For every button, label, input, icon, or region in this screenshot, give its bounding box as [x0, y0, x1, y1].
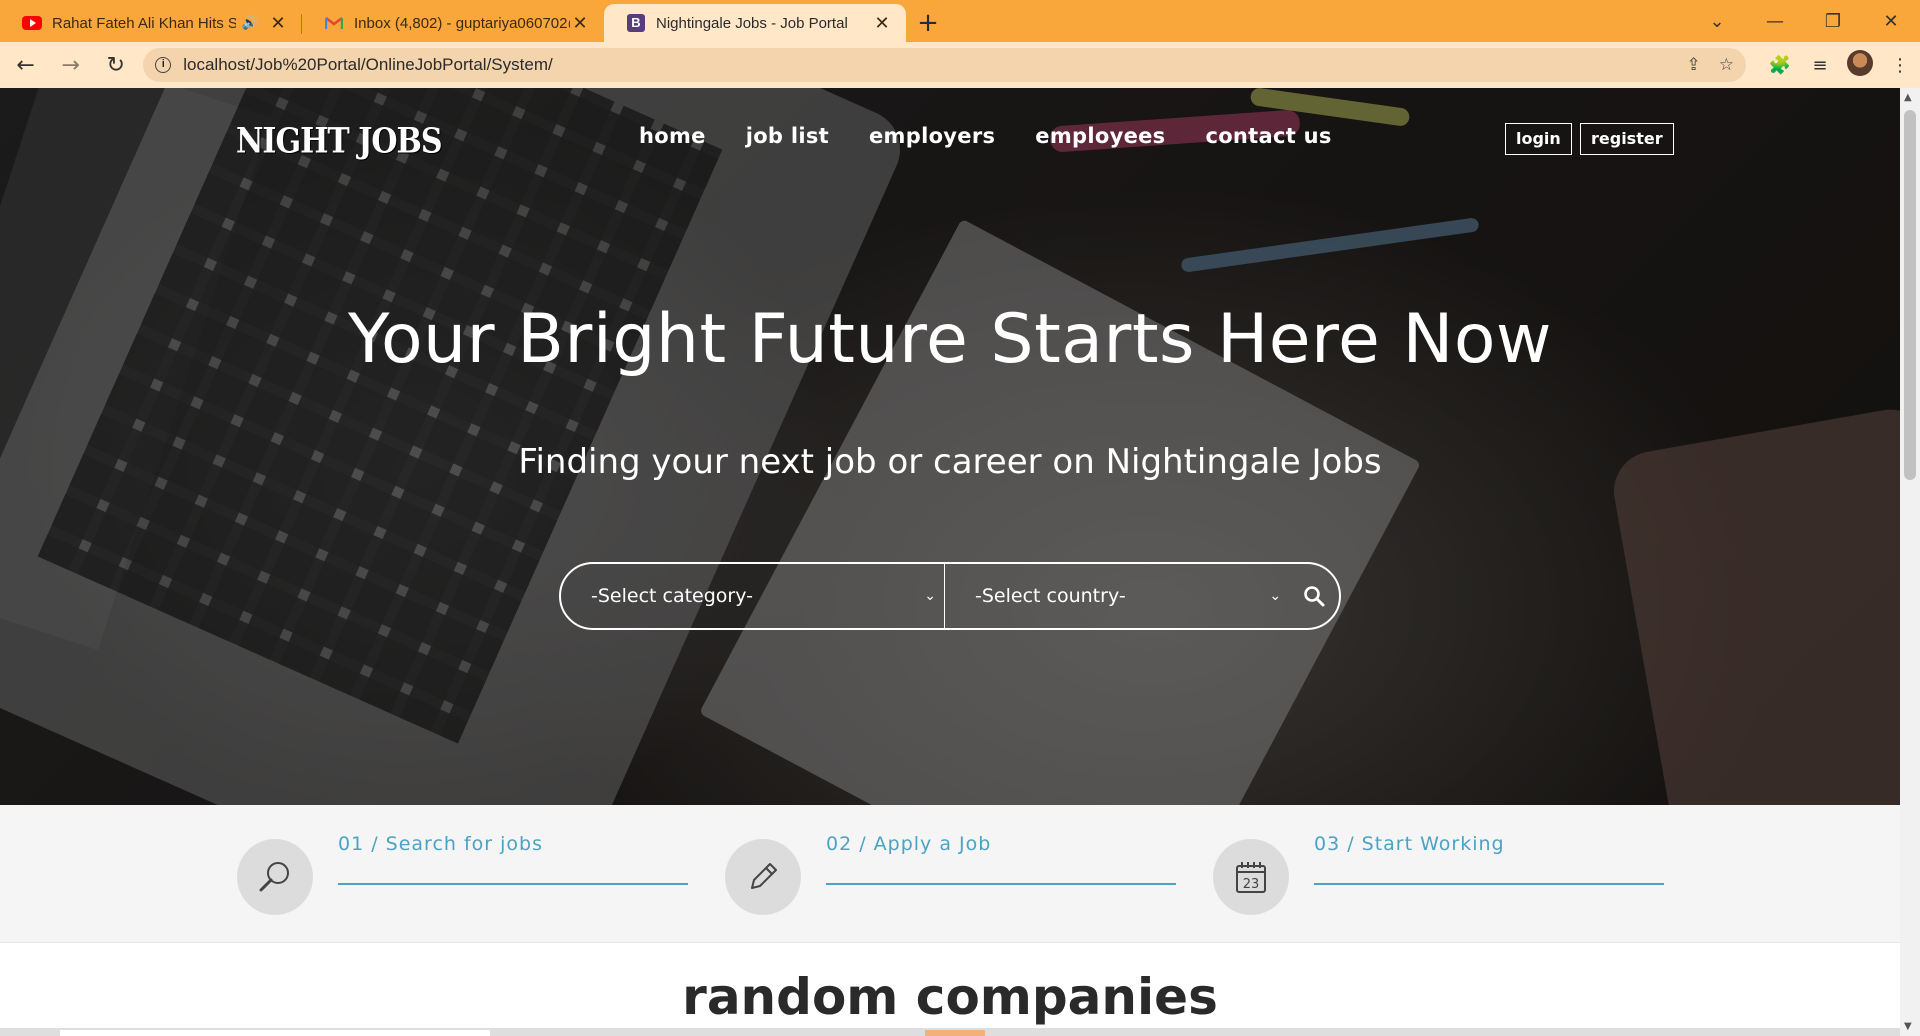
browser-tab-bar: Rahat Fateh Ali Khan Hits Songs 🔊 ✕ Inbo… — [0, 0, 1920, 42]
gmail-icon — [324, 13, 344, 33]
address-bar-row: ← → ↻ i localhost/Job%20Portal/OnlineJob… — [0, 42, 1920, 88]
extensions-puzzle-icon[interactable]: 🧩 — [1760, 55, 1800, 76]
category-select[interactable]: -Select category- ⌄ — [561, 564, 946, 628]
step-label: 02 / Apply a Job — [826, 833, 992, 855]
url-text: localhost/Job%20Portal/OnlineJobPortal/S… — [183, 55, 553, 74]
close-tab-icon[interactable]: ✕ — [872, 13, 892, 34]
register-button[interactable]: register — [1580, 123, 1674, 155]
browser-tab-job-portal[interactable]: B Nightingale Jobs - Job Portal ✕ — [604, 4, 906, 42]
tab-title: Rahat Fateh Ali Khan Hits Songs — [52, 14, 236, 32]
tab-search-chevron-icon[interactable]: ⌄ — [1688, 11, 1746, 32]
site-logo[interactable]: NIGHT JOBS — [236, 121, 443, 161]
main-nav: home job list employers employees contac… — [639, 124, 1372, 148]
reload-icon[interactable]: ↻ — [96, 53, 135, 78]
how-it-works-steps: 01 / Search for jobs 02 / Apply a Job 23… — [0, 805, 1900, 943]
nav-contact-us[interactable]: contact us — [1205, 124, 1331, 148]
random-companies-heading: random companies — [682, 968, 1218, 1026]
search-button[interactable] — [1289, 564, 1339, 628]
scroll-down-arrow-icon[interactable]: ▼ — [1904, 1021, 1912, 1032]
url-bar[interactable]: i localhost/Job%20Portal/OnlineJobPortal… — [143, 48, 1746, 82]
scroll-up-arrow-icon[interactable]: ▲ — [1904, 92, 1912, 103]
bookmark-star-icon[interactable]: ☆ — [1719, 55, 1734, 75]
login-button[interactable]: login — [1505, 123, 1572, 155]
kebab-menu-icon[interactable]: ⋮ — [1880, 55, 1920, 76]
job-search-form: -Select category- ⌄ -Select country- ⌄ — [559, 562, 1341, 630]
nav-employers[interactable]: employers — [869, 124, 995, 148]
hero-headline: Your Bright Future Starts Here Now — [347, 300, 1553, 379]
close-window-icon[interactable]: ✕ — [1862, 11, 1920, 32]
nav-home[interactable]: home — [639, 124, 706, 148]
tab-title: Inbox (4,802) - guptariya060702@gmail.co… — [354, 14, 570, 32]
bootstrap-icon: B — [626, 13, 646, 33]
search-icon — [1304, 586, 1325, 607]
media-control-icon[interactable]: ≡ — [1800, 55, 1840, 76]
calendar-day-number: 23 — [1243, 877, 1260, 892]
step-underline — [826, 883, 1176, 885]
chevron-down-icon: ⌄ — [924, 588, 937, 604]
pencil-icon — [725, 839, 801, 915]
step-underline — [1314, 883, 1664, 885]
browser-tab-gmail[interactable]: Inbox (4,802) - guptariya060702@gmail.co… — [302, 4, 604, 42]
step-label: 01 / Search for jobs — [338, 833, 543, 855]
vertical-scrollbar[interactable]: ▲ ▼ — [1900, 88, 1920, 1036]
country-select-value: -Select country- — [975, 585, 1126, 607]
minimize-icon[interactable]: — — [1746, 11, 1804, 32]
close-tab-icon[interactable]: ✕ — [268, 13, 288, 34]
magnifier-icon — [237, 839, 313, 915]
chevron-down-icon: ⌄ — [1269, 588, 1282, 604]
new-tab-button[interactable]: + — [906, 4, 950, 42]
step-label: 03 / Start Working — [1314, 833, 1505, 855]
speaker-icon[interactable]: 🔊 — [242, 15, 258, 31]
scrollbar-thumb[interactable] — [1904, 110, 1916, 480]
youtube-icon — [22, 13, 42, 33]
nav-employees[interactable]: employees — [1035, 124, 1165, 148]
site-info-icon[interactable]: i — [155, 57, 172, 73]
back-arrow-icon[interactable]: ← — [6, 53, 45, 78]
calendar-icon: 23 — [1213, 839, 1289, 915]
share-icon[interactable]: ⇪ — [1687, 55, 1701, 75]
browser-tab-youtube[interactable]: Rahat Fateh Ali Khan Hits Songs 🔊 ✕ — [0, 4, 302, 42]
step-underline — [338, 883, 688, 885]
page-viewport: NIGHT JOBS home job list employers emplo… — [0, 88, 1900, 1036]
category-select-value: -Select category- — [591, 585, 754, 607]
tab-title: Nightingale Jobs - Job Portal — [656, 14, 848, 32]
profile-avatar[interactable] — [1840, 49, 1880, 81]
restore-icon[interactable]: ❐ — [1804, 11, 1862, 32]
hero-section: NIGHT JOBS home job list employers emplo… — [0, 88, 1900, 805]
forward-arrow-icon[interactable]: → — [51, 53, 90, 78]
nav-job-list[interactable]: job list — [746, 124, 829, 148]
close-tab-icon[interactable]: ✕ — [570, 13, 590, 34]
hero-subline: Finding your next job or career on Night… — [518, 442, 1382, 482]
horizontal-scroll-strip — [0, 1028, 1900, 1036]
country-select[interactable]: -Select country- ⌄ — [945, 564, 1289, 628]
